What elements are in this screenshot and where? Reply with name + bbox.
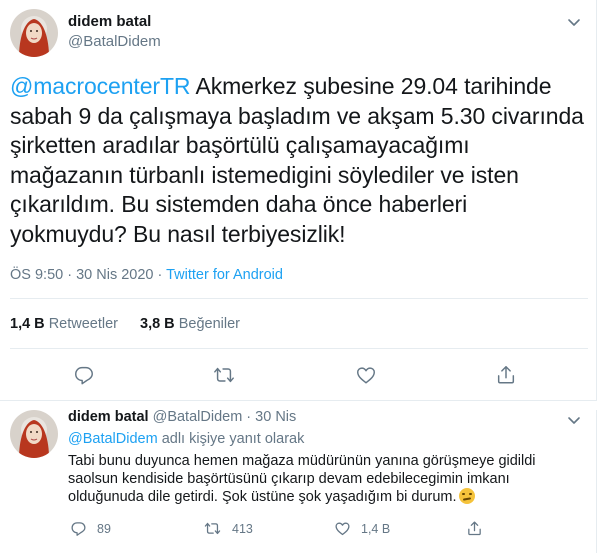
reply-meta[interactable]: @BatalDidem · 30 Nis bbox=[149, 409, 297, 425]
tweet-time[interactable]: ÖS 9:50 bbox=[10, 267, 63, 283]
retweets-stat[interactable]: 1,4 B Retweetler bbox=[10, 316, 118, 332]
tweet-text-line: yokmuydu? Bu nasıl terbiyesizlik! bbox=[10, 220, 346, 247]
reply-text-line: olduğunuda dile getirdi. Şok üstüne şok … bbox=[68, 489, 457, 505]
tweet-text-line: sabah 9 da çalışmaya başladım ve akşam 5… bbox=[10, 102, 584, 129]
heart-icon[interactable] bbox=[355, 364, 377, 386]
retweet-count: 413 bbox=[232, 521, 253, 536]
replying-suffix: adlı kişiye yanıt olarak bbox=[157, 431, 305, 447]
divider bbox=[10, 298, 588, 299]
reply-header: didem batal @BatalDidem · 30 Nis bbox=[68, 409, 296, 425]
likes-stat[interactable]: 3,8 B Beğeniler bbox=[140, 316, 240, 332]
tweet-detail-panel: didem batal @BatalDidem @macrocenterTR A… bbox=[0, 0, 597, 553]
like-count: 1,4 B bbox=[361, 521, 391, 536]
like-button[interactable]: 1,4 B bbox=[334, 520, 390, 537]
reply-icon[interactable] bbox=[73, 364, 95, 386]
author-name[interactable]: didem batal bbox=[68, 13, 151, 30]
author-handle[interactable]: @BatalDidem bbox=[68, 33, 161, 50]
retweets-label: Retweetler bbox=[48, 316, 119, 332]
tweet-text-line: çıkarıldım. Bu sistemden daha önce haber… bbox=[10, 191, 468, 217]
reply-text: Tabi bunu duyunca hemen mağaza müdürünün… bbox=[68, 452, 588, 506]
likes-count: 3,8 B bbox=[140, 316, 175, 332]
tweet-text-line: mağazanın türbanlı istemedigini söyledil… bbox=[10, 161, 519, 188]
reply-icon bbox=[70, 520, 87, 537]
chevron-down-icon[interactable] bbox=[564, 12, 584, 32]
retweet-button[interactable]: 413 bbox=[203, 520, 253, 537]
share-icon bbox=[466, 520, 483, 537]
tweet-date[interactable]: 30 Nis 2020 bbox=[76, 267, 153, 283]
avatar[interactable] bbox=[10, 9, 58, 57]
likes-label: Beğeniler bbox=[178, 316, 240, 332]
mention-link[interactable]: @macrocenterTR bbox=[10, 73, 191, 99]
replying-to: @BatalDidem adlı kişiye yanıt olarak bbox=[68, 431, 304, 447]
retweet-icon bbox=[203, 520, 222, 537]
heart-icon bbox=[334, 520, 351, 537]
meta-separator: · bbox=[63, 267, 77, 283]
reply-text-line: saolsun kendiside başörtüsünü çıkarıp de… bbox=[68, 471, 510, 487]
meta-separator: · bbox=[153, 267, 167, 283]
reply-count: 89 bbox=[97, 521, 111, 536]
reply-button[interactable]: 89 bbox=[70, 520, 111, 537]
mention-link[interactable]: @BatalDidem bbox=[68, 431, 158, 447]
tweet-source-link[interactable]: Twitter for Android bbox=[166, 267, 283, 283]
reply-actions: 89 413 1,4 B bbox=[68, 520, 578, 540]
avatar[interactable] bbox=[10, 410, 58, 458]
tweet-text-line: Akmerkez şubesine 29.04 tarihinde bbox=[190, 73, 552, 99]
retweet-icon[interactable] bbox=[213, 364, 235, 386]
share-icon[interactable] bbox=[495, 364, 517, 386]
reply-author-name[interactable]: didem batal bbox=[68, 409, 149, 425]
reply-text-line: Tabi bunu duyunca hemen mağaza müdürünün… bbox=[68, 453, 536, 469]
tweet-text-line: şirketten aradılar başörtülü çalışamayac… bbox=[10, 132, 470, 158]
chevron-down-icon[interactable] bbox=[564, 410, 584, 430]
retweets-count: 1,4 B bbox=[10, 316, 45, 332]
unamused-face-emoji bbox=[458, 488, 475, 504]
share-button[interactable] bbox=[466, 520, 483, 537]
divider bbox=[10, 348, 588, 349]
tweet-meta: ÖS 9:50 · 30 Nis 2020 · Twitter for Andr… bbox=[10, 267, 283, 283]
tweet-text: @macrocenterTR Akmerkez şubesine 29.04 t… bbox=[10, 72, 590, 249]
